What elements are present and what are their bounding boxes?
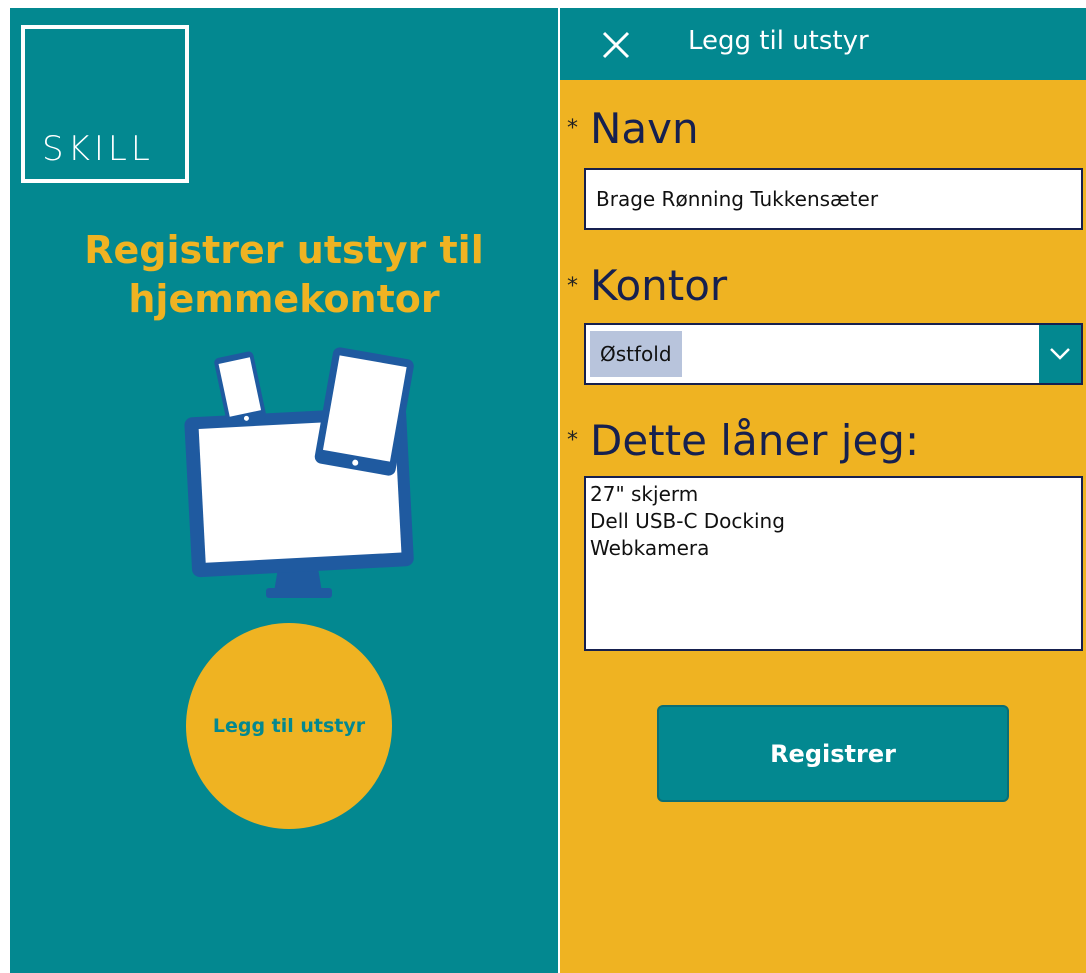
loan-item: Dell USB-C Docking	[590, 509, 785, 533]
loan-label: Dette låner jeg:	[590, 416, 920, 465]
loan-items-textarea[interactable]: 27" skjerm Dell USB-C Docking Webkamera	[584, 476, 1083, 651]
required-marker-name: *	[567, 116, 578, 141]
chevron-down-icon[interactable]	[1039, 325, 1081, 383]
logo-text: SKILL	[42, 129, 154, 169]
office-label: Kontor	[590, 261, 728, 310]
devices-icon	[184, 347, 414, 598]
add-equipment-form: Legg til utstyr * Navn Brage Rønning Tuk…	[560, 8, 1086, 973]
app-title-line-2: hjemmekontor	[128, 277, 440, 321]
required-marker-loan: *	[567, 428, 578, 453]
form-title: Legg til utstyr	[688, 26, 869, 56]
required-marker-office: *	[567, 274, 578, 299]
register-button-label: Registrer	[770, 739, 896, 768]
app-title-line-1: Registrer utstyr til	[84, 228, 484, 272]
add-equipment-label: Legg til utstyr	[212, 715, 366, 737]
loan-item: 27" skjerm	[590, 482, 699, 506]
app-title: Registrer utstyr til hjemmekontor	[10, 226, 558, 324]
name-label: Navn	[590, 104, 699, 153]
start-screen: SKILL Registrer utstyr til hjemmekontor …	[10, 8, 558, 973]
skill-logo: SKILL	[21, 25, 189, 183]
office-selected-value: Østfold	[590, 331, 682, 377]
loan-item: Webkamera	[590, 536, 710, 560]
name-input[interactable]: Brage Rønning Tukkensæter	[584, 168, 1083, 230]
register-button[interactable]: Registrer	[657, 705, 1009, 802]
form-header: Legg til utstyr	[560, 8, 1086, 80]
add-equipment-button[interactable]: Legg til utstyr	[186, 623, 392, 829]
close-icon[interactable]	[598, 27, 636, 65]
office-dropdown[interactable]: Østfold	[584, 323, 1083, 385]
